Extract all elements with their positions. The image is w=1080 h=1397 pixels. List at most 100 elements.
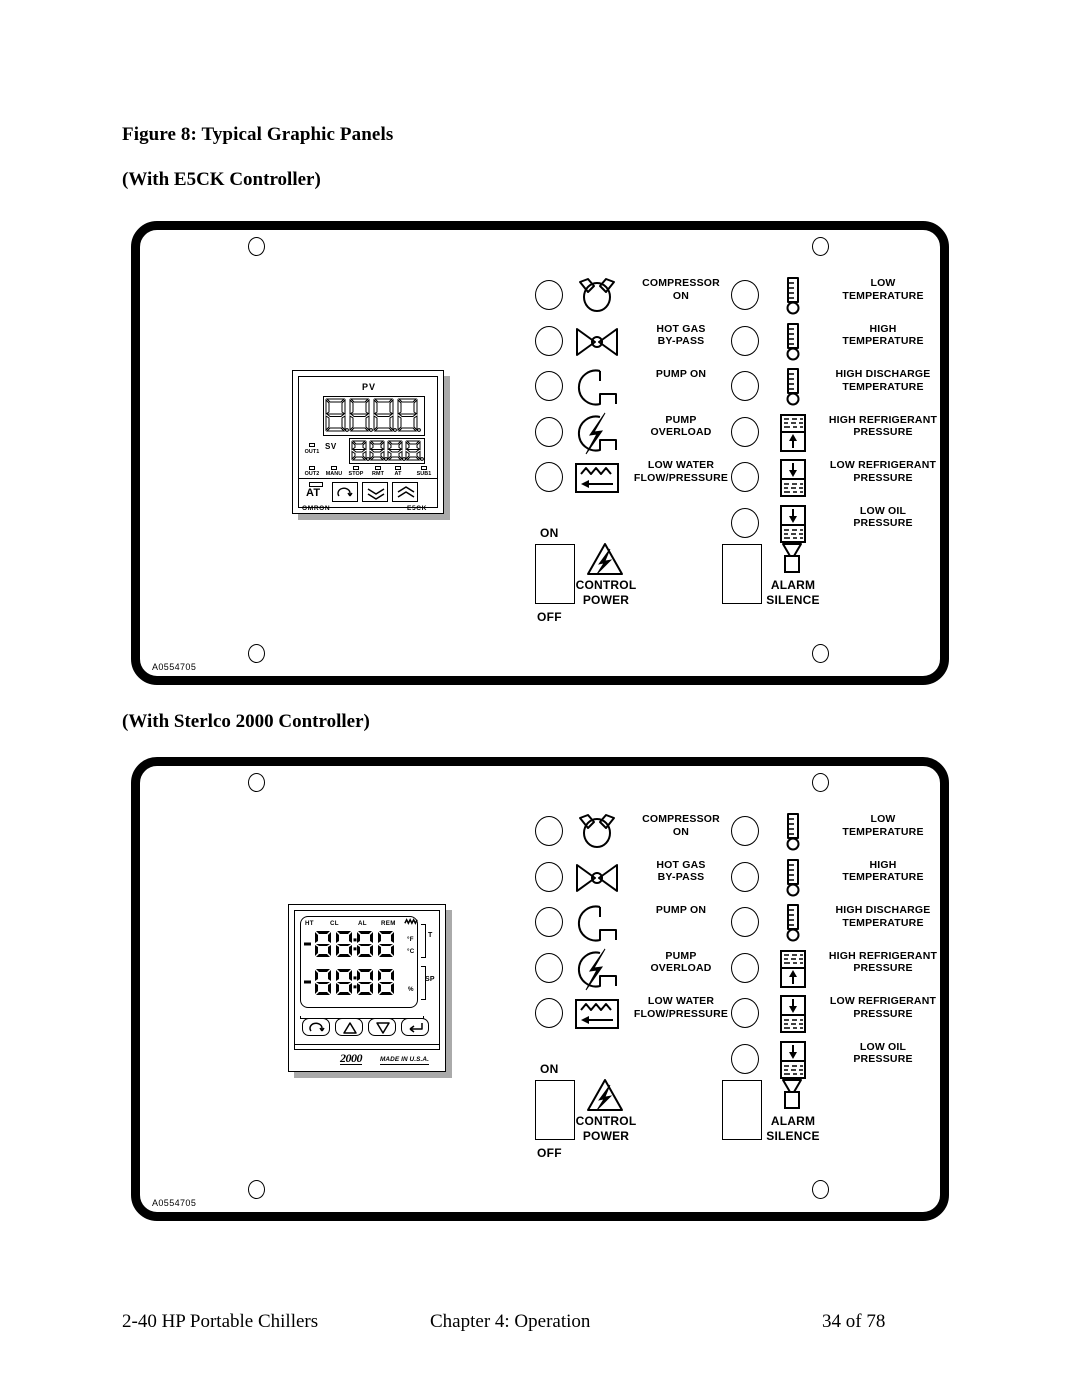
thermometer-icon [769,276,817,316]
stop-led [353,466,359,470]
indicator-lamp[interactable] [731,371,759,401]
indicator-lamp[interactable] [731,416,759,447]
made-in-label: MADE IN U.S.A. [380,1056,429,1065]
pressure-down-icon [769,994,817,1034]
indicator-label: HIGH TEMPERATURE [842,322,924,348]
down-arrow-key[interactable] [368,1018,396,1036]
alarm-silence-switch-group: ALARM SILENCE [722,526,952,636]
indicator-lamp[interactable] [731,816,759,846]
indicator-row: LOW REFRIGERANT PRESSURE [731,456,961,500]
hot-gas-bypass-valve-icon [573,858,621,898]
pump-icon [573,903,621,943]
footer-right: 34 of 78 [822,1311,886,1332]
indicator-row: LOW TEMPERATURE [731,274,961,318]
thermometer-icon [769,858,817,898]
indicator-label: LOW REFRIGERANT PRESSURE [829,995,937,1020]
indicator-lamp[interactable] [535,416,563,447]
horn-icon [772,542,812,576]
indicator-lamp[interactable] [731,952,759,983]
figure-subtitle-1: (With E5CK Controller) [122,169,321,190]
annunciator-al: AL [358,920,367,927]
panel-screw [812,644,829,663]
bracket-t [421,924,426,958]
control-power-label: CONTROL POWER [575,1114,637,1143]
brand-model: E5CK [407,505,427,512]
indicator-row: LOW TEMPERATURE [731,810,961,854]
indicator-row: LOW REFRIGERANT PRESSURE [731,992,961,1036]
indicator-lamp[interactable] [731,462,759,492]
warning-lightning-icon [585,542,625,576]
manu-label: MANU [325,471,343,477]
pressure-up-icon [769,949,817,989]
indicator-lamp[interactable] [535,952,563,983]
thermometer-icon [769,322,817,362]
annunciator-cl: CL [330,920,339,927]
indicator-lamp[interactable] [535,907,563,937]
out1-led [309,443,315,447]
indicator-label: COMPRESSOR ON [642,813,720,838]
indicator-label: HIGH REFRIGERANT PRESSURE [828,413,938,439]
enter-key[interactable] [401,1018,429,1036]
indicator-row: HIGH DISCHARGE TEMPERATURE [731,365,961,409]
indicator-label: PUMP ON [655,904,707,916]
switch-on-label: ON [540,526,559,540]
water-flow-icon [573,458,621,498]
panel-screw [248,237,265,256]
indicator-lamp[interactable] [535,325,563,356]
indicator-row: HIGH DISCHARGE TEMPERATURE [731,901,961,945]
indicator-row: HIGH REFRIGERANT PRESSURE [731,411,961,455]
alarm-silence-label: ALARM SILENCE [766,1114,820,1143]
indicator-lamp[interactable] [731,998,759,1028]
indicator-lamp[interactable] [535,462,563,492]
unit-percent: % [408,986,414,993]
sterlco-logo: 2000 [340,1051,363,1065]
indicator-label: HIGH DISCHARGE TEMPERATURE [835,904,931,929]
pressure-down-icon [769,458,817,498]
indicator-lamp[interactable] [535,280,563,310]
alarm-silence-switch-group: ALARM SILENCE [722,1062,952,1172]
panel-screw [248,644,265,663]
brand-omron: OMRON [302,505,331,512]
document-page: Figure 8: Typical Graphic Panels (With E… [0,0,1080,1397]
unit-celsius: °C [407,948,415,955]
panel-face: A0554705 COMPRESSOR ON HOT GAS BY-PASS PUM… [140,766,940,1212]
switch-off-label: OFF [537,610,562,624]
annunciator-rem: REM [381,920,396,927]
switch-on-label: ON [540,1062,559,1076]
stop-label: STOP [348,471,364,477]
indicator-label: LOW TEMPERATURE [842,277,924,302]
pressure-up-icon [769,413,817,453]
indicator-lamp[interactable] [731,280,759,310]
e5ck-controller: PV OUT1 SV OUT2 MANU STOP RMT AT SUB1 AT… [292,370,452,520]
bracket-sp [421,966,426,1000]
switch-off-label: OFF [537,1146,562,1160]
up-arrow-key[interactable] [335,1018,363,1036]
indicator-lamp[interactable] [731,325,759,356]
sub1-led [421,466,427,470]
mode-key[interactable] [332,482,358,502]
side-label-t: T [428,932,433,939]
thermometer-icon [769,812,817,852]
down-key[interactable] [362,482,388,502]
loop-key[interactable] [302,1018,330,1036]
indicator-label: LOW WATER FLOW/PRESSURE [633,995,729,1020]
footer-left: 2-40 HP Portable Chillers [122,1311,319,1332]
up-key[interactable] [392,482,418,502]
indicator-label: HOT GAS BY-PASS [656,322,706,348]
sterlco-2000-controller: HT CL AL REM °F °C % T SP 2000 MADE IN U… [288,904,458,1079]
indicator-lamp[interactable] [731,907,759,937]
indicator-label: HIGH REFRIGERANT PRESSURE [828,949,938,975]
control-power-label: CONTROL POWER [575,578,637,607]
indicator-lamp[interactable] [731,861,759,892]
indicator-lamp[interactable] [535,861,563,892]
indicator-lamp[interactable] [535,998,563,1028]
panel-screw [812,773,829,792]
indicator-label: PUMP ON [655,368,707,380]
panel-screw [812,237,829,256]
thermometer-icon [769,367,817,407]
footer-divider [294,1044,440,1045]
heater-coil-icon [404,918,418,925]
rmt-led [375,466,381,470]
indicator-lamp[interactable] [535,816,563,846]
indicator-lamp[interactable] [535,371,563,401]
